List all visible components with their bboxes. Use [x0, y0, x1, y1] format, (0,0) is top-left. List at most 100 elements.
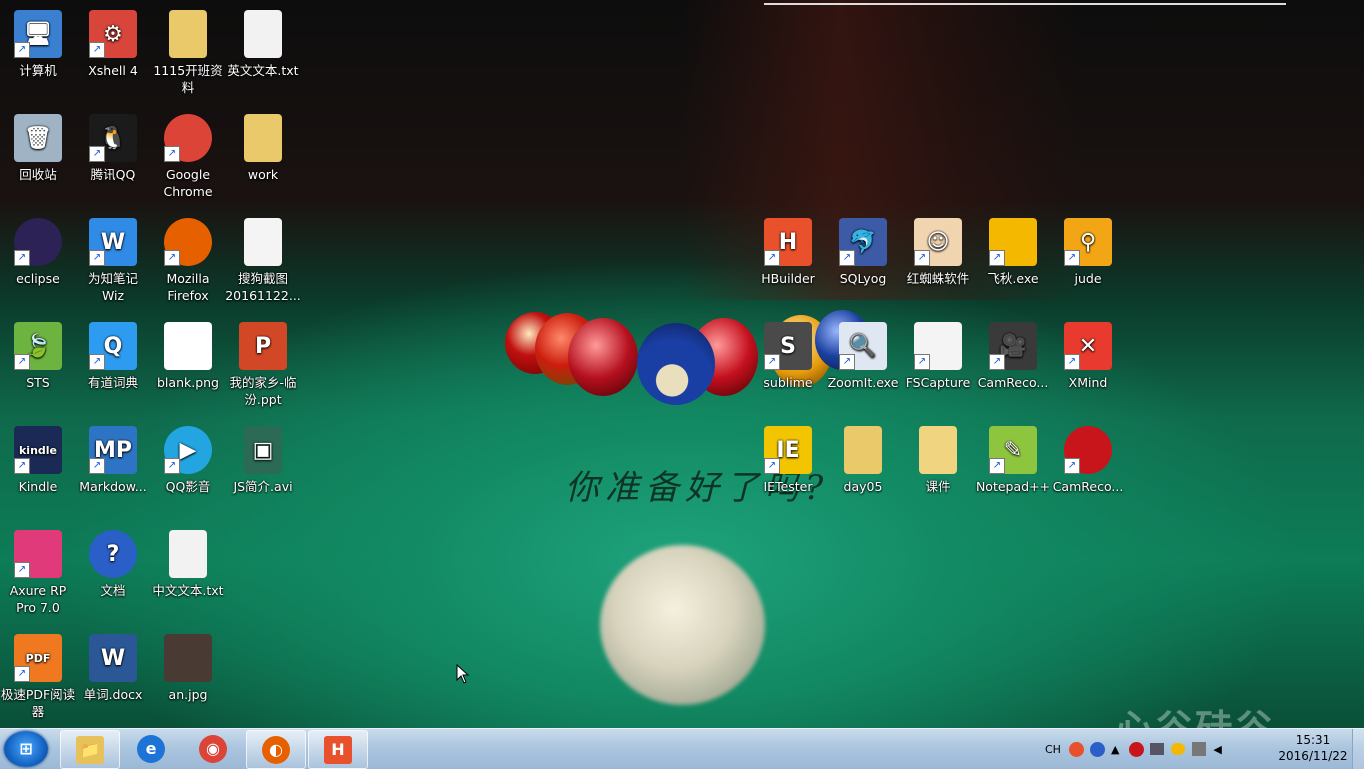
- desktop-icon-label: blank.png: [157, 375, 219, 390]
- desktop-icon[interactable]: ↗ Mozilla Firefox: [150, 218, 226, 304]
- jude-icon: ⚲ ↗: [1064, 218, 1112, 266]
- desktop-icon[interactable]: ✕ ↗ XMind: [1050, 322, 1126, 391]
- icon-glyph: [164, 322, 212, 370]
- desktop-icon[interactable]: ⚙ ↗ Xshell 4: [75, 10, 151, 79]
- desktop-icon[interactable]: ? 文档: [75, 530, 151, 599]
- desktop-icon[interactable]: 🖥 ↗ 计算机: [0, 10, 76, 79]
- internet-explorer-icon: e: [137, 734, 165, 763]
- tray-app-icon[interactable]: [1129, 741, 1145, 757]
- desktop-icon[interactable]: ↗ Axure RP Pro 7.0: [0, 530, 76, 616]
- desktop-icon[interactable]: ↗ Google Chrome: [150, 114, 226, 200]
- taskbar-ie-button[interactable]: e: [122, 730, 180, 767]
- desktop-icon[interactable]: W ↗ 为知笔记 Wiz: [75, 218, 151, 304]
- desktop-icon[interactable]: 🎥 ↗ CamReco...: [975, 322, 1051, 391]
- taskbar-hbuilder-button[interactable]: H: [308, 730, 368, 769]
- desktop-icon-label: FSCapture: [905, 375, 971, 390]
- wallpaper-cue-ball: [600, 545, 765, 705]
- desktop-icon[interactable]: work: [225, 114, 301, 183]
- desktop-icon[interactable]: blank.png: [150, 322, 226, 391]
- desktop-icon[interactable]: 🍃 ↗ STS: [0, 322, 76, 391]
- shortcut-arrow-icon: ↗: [89, 458, 105, 474]
- desktop-icon[interactable]: 🔍 ↗ ZoomIt.exe: [825, 322, 901, 391]
- desktop-icon[interactable]: 🗑 回收站: [0, 114, 76, 183]
- shortcut-arrow-icon: ↗: [14, 666, 30, 682]
- shortcut-arrow-icon: ↗: [839, 250, 855, 266]
- desktop-icon[interactable]: 课件: [900, 426, 976, 495]
- desktop-icon[interactable]: 中文文本.txt: [150, 530, 226, 599]
- desktop-icon-label: Google Chrome: [163, 167, 213, 199]
- icon-glyph: [844, 426, 882, 474]
- input-language[interactable]: CH: [1045, 743, 1061, 756]
- video-file-icon: ▣: [239, 426, 287, 474]
- desktop-icon[interactable]: ▣ JS简介.avi: [225, 426, 301, 495]
- taskbar-chrome-button[interactable]: ◉: [184, 730, 242, 767]
- desktop-icon-label: Kindle: [18, 479, 58, 494]
- desktop-icon[interactable]: ↗ eclipse: [0, 218, 76, 287]
- shortcut-arrow-icon: ↗: [764, 250, 780, 266]
- sogou-icon[interactable]: [1068, 741, 1084, 757]
- shortcut-arrow-icon: ↗: [89, 354, 105, 370]
- desktop-icon-label: CamReco...: [977, 375, 1049, 390]
- tray-tool-icon[interactable]: [1192, 742, 1207, 756]
- desktop-icon[interactable]: P 我的家乡-临汾.ppt: [225, 322, 301, 408]
- icon-glyph: [169, 10, 207, 58]
- icon-glyph: 🗑: [14, 114, 62, 162]
- network-icon[interactable]: [1150, 743, 1165, 755]
- desktop-icon[interactable]: 🐧 ↗ 腾讯QQ: [75, 114, 151, 183]
- volume-icon[interactable]: ◀: [1213, 743, 1221, 756]
- clock[interactable]: 15:31 2016/11/22: [1278, 732, 1348, 764]
- zoomit-icon: 🔍 ↗: [839, 322, 887, 370]
- image-file-icon: [239, 218, 287, 266]
- shortcut-arrow-icon: ↗: [1064, 250, 1080, 266]
- photo-icon: [164, 634, 212, 682]
- shortcut-arrow-icon: ↗: [14, 354, 30, 370]
- shortcut-arrow-icon: ↗: [914, 250, 930, 266]
- desktop-icon-label: 腾讯QQ: [90, 167, 136, 182]
- desktop-icon[interactable]: ✎ ↗ Notepad++: [975, 426, 1051, 495]
- desktop-icon[interactable]: ↗ CamReco...: [1050, 426, 1126, 495]
- desktop-icon[interactable]: ↗ 飞秋.exe: [975, 218, 1051, 287]
- help-icon[interactable]: [1089, 741, 1105, 757]
- markdownpad-icon: MP ↗: [89, 426, 137, 474]
- desktop-icon[interactable]: 🐬 ↗ SQLyog: [825, 218, 901, 287]
- desktop-icon-label: 单词.docx: [83, 687, 143, 702]
- desktop-icon[interactable]: H ↗ HBuilder: [750, 218, 826, 287]
- desktop-icon-label: 1115开班资料: [153, 63, 223, 95]
- tray-expand-icon[interactable]: ▲: [1111, 743, 1119, 756]
- desktop-icon[interactable]: ⚲ ↗ jude: [1050, 218, 1126, 287]
- desktop-icon[interactable]: 搜狗截图 20161122...: [225, 218, 301, 304]
- xmind-icon: ✕ ↗: [1064, 322, 1112, 370]
- chat-icon[interactable]: [1171, 743, 1186, 755]
- desktop-icon-label: 极速PDF阅读器: [0, 687, 76, 719]
- desktop-icon-label: 中文文本.txt: [152, 583, 224, 598]
- start-button[interactable]: ⊞: [4, 731, 48, 767]
- desktop-icon-label: JS简介.avi: [233, 479, 293, 494]
- show-desktop-button[interactable]: [1352, 729, 1364, 769]
- desktop-icon[interactable]: MP ↗ Markdow...: [75, 426, 151, 495]
- desktop-icon[interactable]: an.jpg: [150, 634, 226, 703]
- taskbar-explorer-button[interactable]: 📁: [60, 730, 120, 769]
- window-edge: [764, 0, 1286, 5]
- fscapture-icon: ↗: [914, 322, 962, 370]
- desktop-icon[interactable]: PDF ↗ 极速PDF阅读器: [0, 634, 76, 720]
- desktop-icon[interactable]: day05: [825, 426, 901, 495]
- desktop-icon[interactable]: S ↗ sublime: [750, 322, 826, 391]
- desktop-icon-label: eclipse: [16, 271, 60, 286]
- mouse-cursor-icon: [456, 664, 470, 684]
- desktop-icon[interactable]: ↗ FSCapture: [900, 322, 976, 391]
- desktop-icon[interactable]: 1115开班资料: [150, 10, 226, 96]
- desktop-icon[interactable]: ▶ ↗ QQ影音: [150, 426, 226, 495]
- ietester-icon: IE ↗: [764, 426, 812, 474]
- desktop-icon[interactable]: W 单词.docx: [75, 634, 151, 703]
- clock-time: 15:31: [1295, 733, 1331, 747]
- icon-glyph: ▣: [244, 426, 282, 474]
- desktop-icon[interactable]: Q ↗ 有道词典: [75, 322, 151, 391]
- taskbar-firefox-button[interactable]: ◐: [246, 730, 306, 769]
- chrome-icon: ◉: [199, 734, 227, 763]
- desktop-icon[interactable]: kindle ↗ Kindle: [0, 426, 76, 495]
- desktop-icon[interactable]: ☺ ↗ 红蜘蛛软件: [900, 218, 976, 287]
- desktop-icon-label: QQ影音: [165, 479, 211, 494]
- desktop-icon[interactable]: IE ↗ IETester: [750, 426, 826, 495]
- desktop-icon[interactable]: 英文文本.txt: [225, 10, 301, 79]
- desktop-icon-label: 有道词典: [87, 375, 138, 390]
